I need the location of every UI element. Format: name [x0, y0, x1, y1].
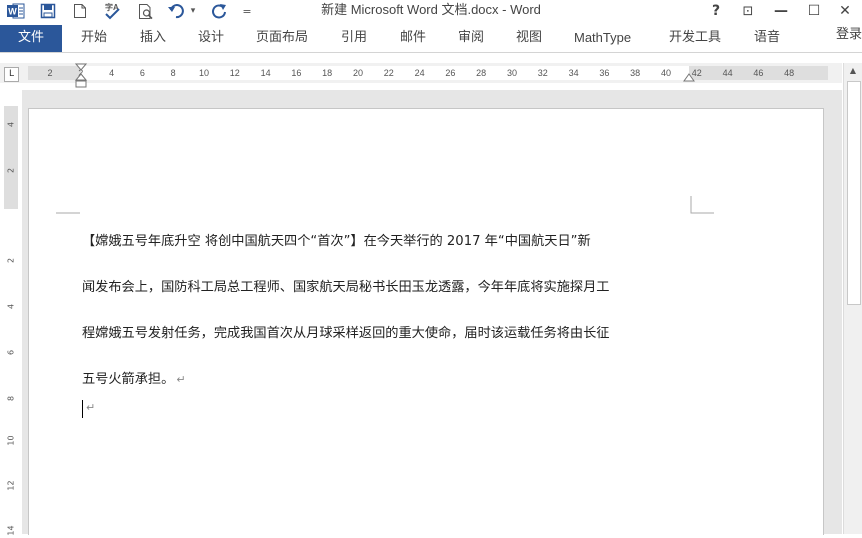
text-cursor — [82, 400, 83, 418]
ruler-tick-label: 2 — [6, 167, 16, 174]
sign-in-link[interactable]: 登录 — [836, 25, 862, 47]
ruler-left-margin — [28, 66, 81, 80]
ruler-tick-label: 14 — [260, 68, 271, 78]
empty-paragraph[interactable]: ↵ — [84, 400, 95, 415]
paragraph-line-text: 程嫦娥五号发射任务，完成我国首次从月球采样返回的重大使命，届时该运载任务将由长征 — [82, 326, 610, 341]
ruler-tick-label: 6 — [139, 68, 145, 78]
ribbon-display-options-button[interactable]: ⊡ — [735, 0, 761, 22]
paragraph-line[interactable]: 五号火箭承担。 ↵ — [82, 368, 186, 387]
window-title: 新建 Microsoft Word 文档.docx - Word — [321, 2, 541, 17]
ruler-tick-label: 32 — [537, 68, 548, 78]
ruler-tick-label: 20 — [352, 68, 364, 78]
paragraph-line-text: 【嫦娥五号年底升空 将创中国航天四个“首次”】在今天举行的 2017 年“中国航… — [82, 234, 591, 249]
paragraph-line-text: 闻发布会上，国防科工局总工程师、国家航天局秘书长田玉龙透露，今年年底将实施探月工 — [82, 280, 610, 295]
scroll-up-arrow-icon[interactable]: ▲ — [847, 65, 859, 77]
title-bar: W 字A ▾ = 新建 Microsoft Word 文档.docx - Wor… — [0, 0, 862, 25]
ruler-tick-label: 4 — [6, 303, 16, 310]
tab-view[interactable]: 视图 — [516, 25, 542, 52]
ruler-tick-label: 14 — [6, 525, 16, 536]
crop-mark-right — [690, 196, 714, 214]
crop-mark-left — [56, 212, 80, 214]
right-indent-marker[interactable] — [683, 72, 695, 84]
ruler-tick-label: 46 — [753, 68, 764, 78]
close-button[interactable]: ✕ — [832, 0, 858, 22]
paragraph-line[interactable]: 程嫦娥五号发射任务，完成我国首次从月球采样返回的重大使命，届时该运载任务将由长征 — [82, 322, 610, 341]
ruler-tick-label: 44 — [722, 68, 733, 78]
scrollbar-thumb[interactable] — [847, 81, 861, 305]
paragraph-mark-icon: ↵ — [176, 373, 186, 386]
ruler-tick-label: 26 — [445, 68, 456, 78]
help-button[interactable]: ? — [703, 0, 729, 22]
tab-developer[interactable]: 开发工具 — [669, 25, 721, 52]
ruler-tick-label: 38 — [630, 68, 641, 78]
first-line-indent-marker[interactable] — [75, 62, 87, 90]
ruler-tick-label: 4 — [109, 68, 115, 78]
ribbon-tab-bar: 文件 开始 插入 设计 页面布局 引用 邮件 审阅 视图 MathType 开发… — [0, 25, 862, 53]
ruler-tick-label: 30 — [506, 68, 518, 78]
ruler-tick-label: 16 — [291, 68, 302, 78]
tab-references[interactable]: 引用 — [341, 25, 367, 52]
tab-voice[interactable]: 语音 — [754, 25, 780, 52]
ruler-tick-label: 10 — [198, 68, 210, 78]
ruler-tick-label: 34 — [568, 68, 579, 78]
paragraph-mark-icon: ↵ — [86, 401, 96, 414]
tab-selector-button[interactable]: L — [4, 67, 19, 82]
ruler-tick-label: 4 — [6, 121, 16, 128]
ruler-tick-label: 48 — [784, 68, 795, 78]
ruler-tick-label: 10 — [6, 435, 16, 446]
ruler-tick-label: 8 — [170, 68, 176, 78]
paragraph-line-text: 五号火箭承担。 — [82, 372, 175, 387]
tab-mailings[interactable]: 邮件 — [400, 25, 426, 52]
paragraph-line[interactable]: 闻发布会上，国防科工局总工程师、国家航天局秘书长田玉龙透露，今年年底将实施探月工 — [82, 276, 610, 295]
ruler-tick-label: 2 — [6, 257, 16, 264]
tab-page-layout[interactable]: 页面布局 — [256, 25, 308, 52]
ruler-tick-label: 6 — [6, 349, 16, 356]
tab-insert[interactable]: 插入 — [140, 25, 166, 52]
ruler-tick-label: 28 — [476, 68, 487, 78]
ruler-tick-label: 2 — [47, 68, 53, 78]
ruler-tick-label: 22 — [383, 68, 394, 78]
ruler-tick-label: 12 — [229, 68, 240, 78]
ruler-tick-label: 18 — [322, 68, 333, 78]
tab-design[interactable]: 设计 — [198, 25, 224, 52]
vertical-scrollbar[interactable]: ▲ — [843, 63, 862, 534]
ruler-tick-label: 8 — [6, 395, 16, 402]
tab-home[interactable]: 开始 — [81, 25, 107, 52]
ruler-tick-label: 24 — [414, 68, 425, 78]
ruler-tick-label: 40 — [660, 68, 672, 78]
horizontal-ruler[interactable]: 2 2 4 6 8 10 12 14 16 18 20 22 24 26 28 30 32 34 36 38 40 42 4… — [28, 66, 828, 80]
tab-mathtype[interactable]: MathType — [574, 25, 631, 52]
minimize-button[interactable]: — — [768, 0, 794, 22]
paragraph-line[interactable]: 【嫦娥五号年底升空 将创中国航天四个“首次”】在今天举行的 2017 年“中国航… — [82, 230, 591, 249]
maximize-button[interactable]: ☐ — [801, 0, 827, 22]
ruler-tick-label: 36 — [599, 68, 610, 78]
vertical-ruler[interactable]: 4 2 2 4 6 8 10 12 14 — [4, 106, 18, 536]
ruler-tick-label: 12 — [6, 480, 16, 491]
tab-file[interactable]: 文件 — [0, 25, 62, 52]
tab-review[interactable]: 审阅 — [458, 25, 484, 52]
